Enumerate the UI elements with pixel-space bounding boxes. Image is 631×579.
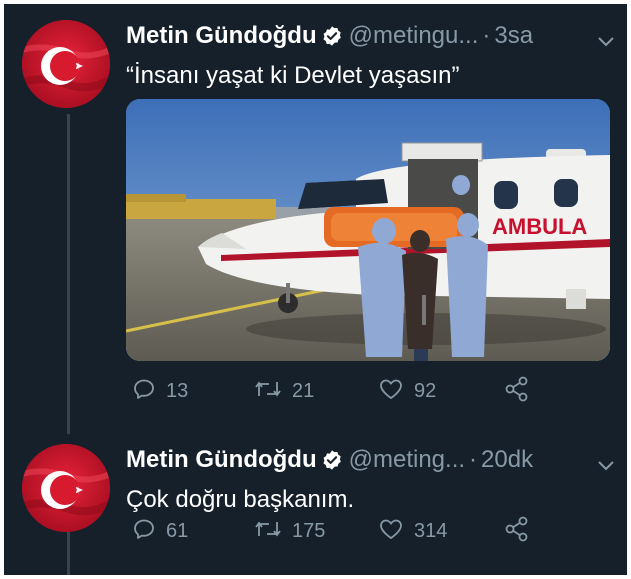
tweet-header: Metin Gündoğdu @meting... · 20dk: [126, 442, 616, 478]
separator-dot: ·: [482, 22, 491, 49]
retweet-button[interactable]: 21: [254, 376, 314, 406]
share-icon: [504, 516, 530, 547]
like-button[interactable]: 92: [378, 376, 436, 406]
reply-icon: [132, 377, 156, 406]
reply-count: 61: [166, 519, 189, 542]
turkish-flag-avatar: [22, 20, 110, 108]
turkish-flag-avatar: [22, 444, 110, 532]
thread-line: [67, 114, 70, 434]
verified-badge-icon: [321, 446, 343, 482]
retweet-icon: [254, 377, 282, 406]
reply-button[interactable]: 13: [132, 376, 188, 406]
like-count: 92: [414, 379, 437, 402]
reply-icon: [132, 517, 156, 546]
verified-badge-icon: [321, 22, 343, 58]
timestamp[interactable]: 20dk: [481, 446, 533, 473]
author-handle[interactable]: @meting...: [349, 446, 465, 473]
chevron-down-icon[interactable]: [596, 450, 616, 486]
retweet-count: 21: [292, 379, 315, 402]
tweet-text: Çok doğru başkanım.: [126, 486, 355, 513]
tweet-header: Metin Gündoğdu @metingu... · 3sa: [126, 18, 616, 54]
like-icon: [378, 377, 404, 406]
retweet-icon: [254, 517, 282, 546]
tweet-image[interactable]: AMBULA: [126, 99, 610, 361]
retweet-button[interactable]: 175: [254, 516, 325, 546]
thread-line: [67, 528, 70, 575]
author-handle[interactable]: @metingu...: [349, 22, 479, 49]
tweet-actions: 61 175 314: [126, 516, 546, 546]
tweet-actions: 13 21 92: [126, 376, 546, 406]
share-icon: [504, 376, 530, 407]
share-button[interactable]: [504, 376, 530, 406]
like-count: 314: [414, 519, 448, 542]
avatar[interactable]: [22, 20, 110, 108]
reply-button[interactable]: 61: [132, 516, 188, 546]
like-button[interactable]: 314: [378, 516, 447, 546]
timestamp[interactable]: 3sa: [494, 22, 533, 49]
fuselage-text: AMBULA: [492, 214, 587, 239]
chevron-down-icon[interactable]: [596, 26, 616, 62]
ambulance-plane-photo: AMBULA: [126, 99, 610, 361]
timeline: Metin Gündoğdu @metingu... · 3sa “İnsanı ya…: [4, 4, 627, 575]
author-name[interactable]: Metin Gündoğdu: [126, 22, 317, 49]
separator-dot: ·: [469, 446, 478, 473]
share-button[interactable]: [504, 516, 530, 546]
like-icon: [378, 517, 404, 546]
reply-count: 13: [166, 379, 189, 402]
tweet-text: “İnsanı yaşat ki Devlet yaşasın”: [126, 62, 460, 89]
author-name[interactable]: Metin Gündoğdu: [126, 446, 317, 473]
avatar[interactable]: [22, 444, 110, 532]
retweet-count: 175: [292, 519, 326, 542]
